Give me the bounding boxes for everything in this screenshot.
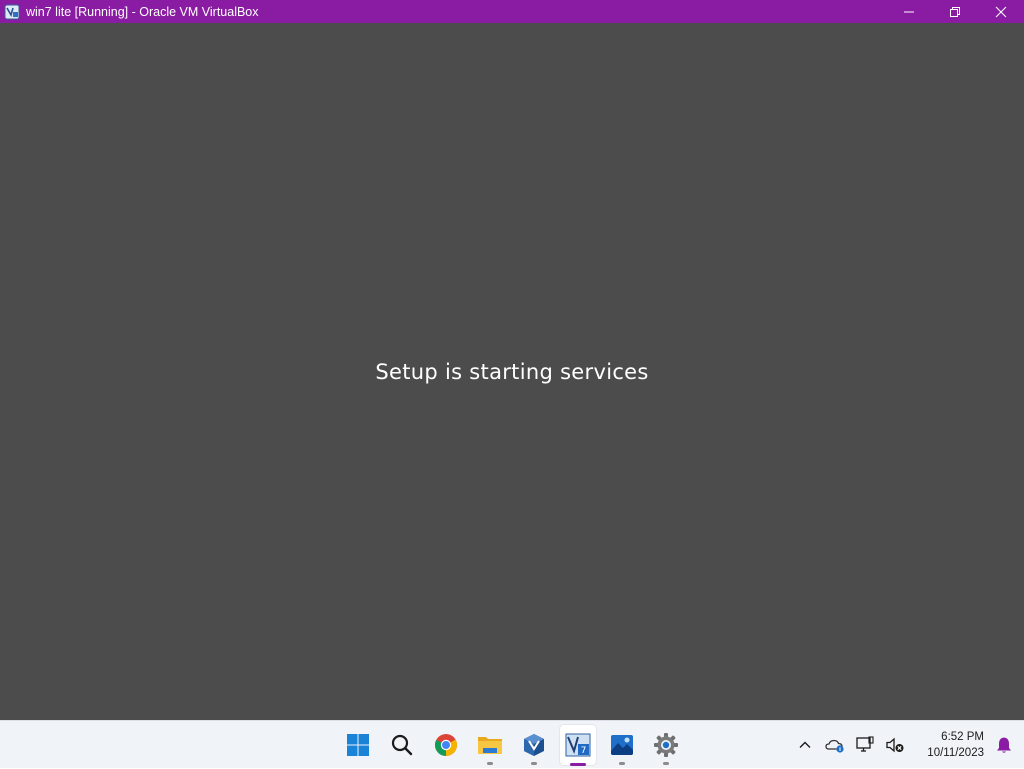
clock-time: 6:52 PM bbox=[941, 731, 984, 743]
minimize-icon bbox=[904, 11, 914, 12]
title-bar[interactable]: win7 lite [Running] - Oracle VM VirtualB… bbox=[0, 0, 1024, 23]
taskbar-photos[interactable] bbox=[600, 721, 644, 769]
photos-icon bbox=[611, 735, 633, 755]
close-icon bbox=[995, 6, 1007, 17]
bell-icon bbox=[997, 737, 1011, 753]
running-indicator bbox=[663, 762, 669, 765]
volume-tray-button[interactable] bbox=[880, 730, 910, 760]
svg-text:7: 7 bbox=[581, 746, 587, 756]
active-indicator bbox=[570, 763, 586, 766]
gear-icon bbox=[654, 733, 678, 757]
setup-status-message: Setup is starting services bbox=[375, 360, 649, 384]
vm-display[interactable]: Setup is starting services bbox=[0, 23, 1024, 720]
search-button[interactable] bbox=[380, 721, 424, 769]
win7-vm-icon: 7 bbox=[565, 733, 591, 757]
folder-icon bbox=[478, 737, 502, 754]
window-controls bbox=[886, 0, 1024, 23]
taskbar-virtualbox[interactable] bbox=[512, 721, 556, 769]
volume-muted-icon bbox=[886, 737, 904, 753]
onedrive-icon bbox=[825, 739, 844, 753]
running-indicator bbox=[487, 762, 493, 765]
close-button[interactable] bbox=[978, 0, 1024, 23]
virtualbox-icon bbox=[524, 734, 544, 756]
taskbar-settings[interactable] bbox=[644, 721, 688, 769]
taskbar-chrome[interactable] bbox=[424, 721, 468, 769]
chrome-icon bbox=[435, 734, 457, 756]
window-title: win7 lite [Running] - Oracle VM VirtualB… bbox=[26, 4, 259, 19]
taskbar-apps: 7 bbox=[336, 721, 688, 769]
restore-icon bbox=[950, 6, 960, 17]
running-indicator bbox=[531, 762, 537, 765]
system-tray: 6:52 PM 10/11/2023 bbox=[790, 721, 1024, 769]
clock-date: 10/11/2023 bbox=[927, 747, 984, 759]
clock[interactable]: 6:52 PM 10/11/2023 bbox=[914, 729, 984, 761]
minimize-button[interactable] bbox=[886, 0, 932, 23]
running-indicator bbox=[619, 762, 625, 765]
chevron-up-icon bbox=[799, 741, 811, 748]
notifications-button[interactable] bbox=[990, 730, 1018, 760]
taskbar-file-explorer[interactable] bbox=[468, 721, 512, 769]
virtualbox-vm-icon bbox=[3, 3, 21, 21]
start-button[interactable] bbox=[336, 721, 380, 769]
network-icon bbox=[856, 736, 874, 752]
restore-button[interactable] bbox=[932, 0, 978, 23]
show-hidden-icons-button[interactable] bbox=[790, 730, 820, 760]
search-icon bbox=[391, 734, 413, 756]
virtualbox-window: win7 lite [Running] - Oracle VM VirtualB… bbox=[0, 0, 1024, 720]
taskbar: 7 6:52 PM 10/11/2023 bbox=[0, 720, 1024, 768]
taskbar-vm-window[interactable]: 7 bbox=[560, 725, 596, 766]
windows-logo-icon bbox=[347, 734, 369, 756]
network-tray-button[interactable] bbox=[850, 730, 880, 760]
onedrive-tray-button[interactable] bbox=[820, 730, 850, 760]
